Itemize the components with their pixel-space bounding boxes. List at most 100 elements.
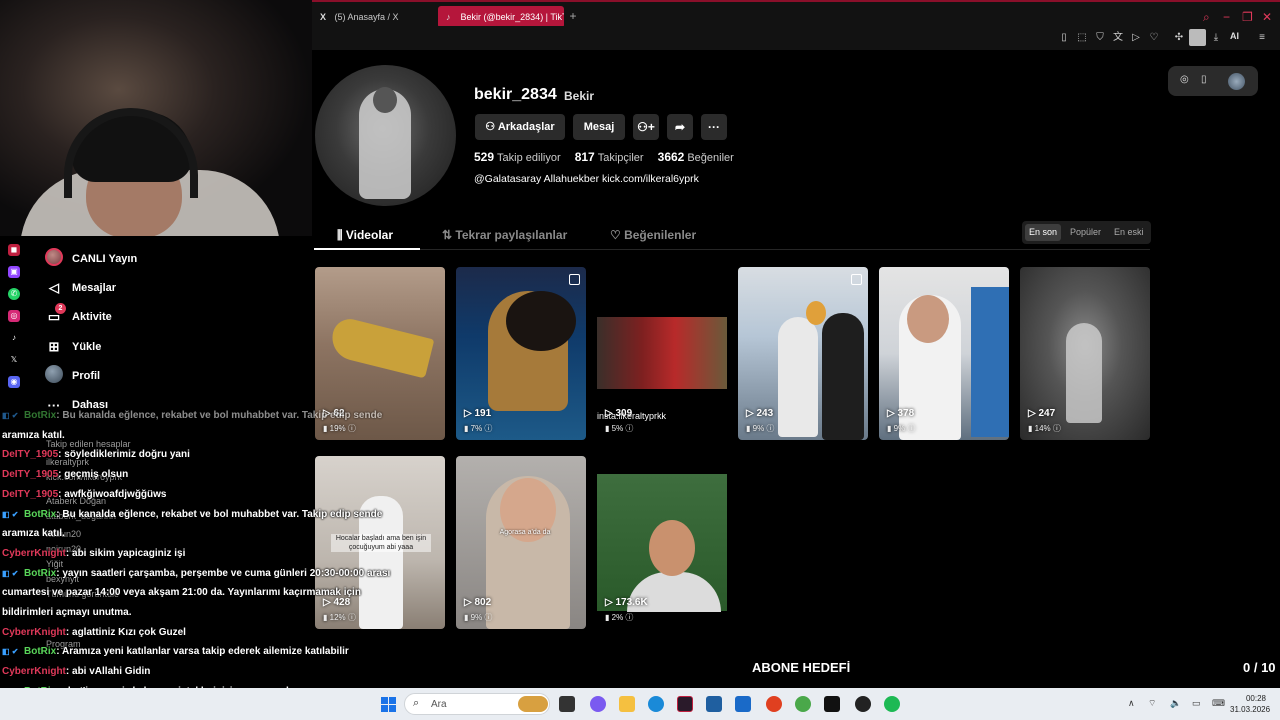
- chat-text: : aglattiniz Kızı çok Guzel: [65, 626, 186, 638]
- video-card[interactable]: Agorasa a'da da ▷ 802 ▮ 9% ⓘ: [456, 456, 586, 629]
- battery-icon[interactable]: ▭: [1192, 698, 1201, 709]
- chat-message: ◧ ✔ BotRix: yayın saatleri çarşamba, perş…: [2, 564, 422, 584]
- copilot-icon[interactable]: [590, 696, 606, 712]
- play-icon[interactable]: ▷: [1129, 31, 1143, 45]
- likes-label: Beğeniler: [687, 152, 734, 164]
- following-stat[interactable]: 529 Takip ediliyor: [474, 150, 561, 164]
- compass-icon[interactable]: ◎: [1180, 74, 1189, 85]
- view-count: ▷ 243: [746, 408, 774, 419]
- more-options-icon[interactable]: ···: [701, 114, 727, 140]
- sub-goal-count: 0 / 10: [1243, 660, 1276, 675]
- heart-outline-icon: ♡: [610, 228, 625, 242]
- search-icon: ⌕: [413, 697, 420, 709]
- maximize-icon[interactable]: ❐: [1242, 9, 1253, 25]
- tab-liked[interactable]: ♡ Beğenilenler: [610, 228, 696, 242]
- windows-start-icon[interactable]: [381, 697, 397, 713]
- download-icon[interactable]: ⤓: [1209, 31, 1223, 45]
- video-thumbnail-person: [488, 291, 576, 411]
- screenshot-icon[interactable]: ⬚: [1075, 31, 1089, 45]
- taskbar-clock[interactable]: 00:28 31.03.2026: [1230, 693, 1271, 715]
- obs-icon[interactable]: [855, 696, 871, 712]
- video-card[interactable]: ▷ 378 ▮ 9% ⓘ: [879, 267, 1009, 440]
- tab-liked-label: Beğenilenler: [624, 228, 697, 242]
- file-explorer-icon[interactable]: [619, 696, 635, 712]
- chat-username[interactable]: DeITY_1905: [2, 489, 58, 500]
- bookmark-icon[interactable]: ▯: [1057, 31, 1071, 45]
- chat-username[interactable]: CyberrKnight: [2, 627, 66, 638]
- extensions-icon[interactable]: ✣: [1172, 31, 1186, 45]
- top-right-controls: ◎ ▯: [1168, 66, 1258, 96]
- chat-username[interactable]: CyberrKnight: [2, 548, 66, 559]
- task-view-icon[interactable]: [559, 696, 575, 712]
- video-card[interactable]: ▷ 173.6K ▮ 2% ⓘ: [597, 456, 727, 629]
- friends-button[interactable]: ⚇ Arkadaşlar: [475, 114, 565, 140]
- kick-icon: ◼: [8, 244, 20, 256]
- browser-tab-tiktok[interactable]: ♪ Bekir (@bekir_2834) | TikT: [438, 6, 564, 28]
- chat-username[interactable]: DeITY_1905: [2, 469, 58, 480]
- sidebar-item-activity[interactable]: ▭ 2 Aktivite: [40, 303, 300, 332]
- widgets-icon[interactable]: [518, 696, 548, 712]
- search-icon[interactable]: ⌕: [1203, 9, 1210, 25]
- tab-reposts[interactable]: ⇅ Tekrar paylaşılanlar: [442, 228, 567, 242]
- tab-videos[interactable]: ⫼ Videolar: [337, 228, 393, 243]
- profile-stats: 529 Takip ediliyor 817 Takipçiler 3662 Beğe…: [474, 150, 745, 164]
- video-card[interactable]: ▷ 243 ▮ 9% ⓘ: [738, 267, 868, 440]
- user-avatar[interactable]: [1228, 73, 1245, 90]
- capcut-icon[interactable]: [824, 696, 840, 712]
- sort-latest[interactable]: En son: [1025, 224, 1062, 241]
- chrome-icon[interactable]: [766, 696, 782, 712]
- browser-icon[interactable]: [795, 696, 811, 712]
- sidebar-item-live[interactable]: CANLI Yayın: [40, 244, 300, 273]
- chat-username[interactable]: BotRix: [24, 646, 56, 657]
- sidebar-item-messages[interactable]: ◁ Mesajlar: [40, 273, 300, 302]
- chat-message: cumartesi ve pazar 14:00 veya akşam 21:0…: [2, 583, 422, 603]
- video-card[interactable]: ▷ 191 ▮ 7% ⓘ: [456, 267, 586, 440]
- share-icon[interactable]: ➦: [667, 114, 693, 140]
- sidebar-item-upload[interactable]: ⊞ Yükle: [40, 332, 300, 361]
- friends-button-label: Arkadaşlar: [497, 121, 555, 133]
- chat-username[interactable]: BotRix: [24, 568, 56, 579]
- shield-icon[interactable]: ⛉: [1093, 31, 1107, 45]
- ai-button[interactable]: AI: [1230, 31, 1239, 41]
- new-tab-button[interactable]: +: [566, 7, 580, 25]
- chat-username[interactable]: DeITY_1905: [2, 449, 58, 460]
- sort-oldest[interactable]: En eski: [1110, 224, 1148, 241]
- chat-username[interactable]: BotRix: [24, 509, 56, 520]
- video-card[interactable]: ▷ 247 ▮ 14% ⓘ: [1020, 267, 1150, 440]
- phone-icon[interactable]: ▯: [1201, 74, 1207, 85]
- chat-username[interactable]: CyberrKnight: [2, 666, 66, 677]
- profile-avatar[interactable]: [315, 65, 456, 206]
- sidebar-item-profile[interactable]: Profil: [40, 361, 300, 390]
- spotify-icon[interactable]: [884, 696, 900, 712]
- sort-popular[interactable]: Popüler: [1066, 224, 1105, 241]
- message-button[interactable]: Mesaj: [573, 114, 625, 140]
- chat-text: : söylediklerimiz doğru yani: [58, 449, 190, 461]
- tray-chevron-icon[interactable]: ∧: [1128, 698, 1135, 709]
- translate-icon[interactable]: 文: [1111, 31, 1125, 45]
- followers-label: Takipçiler: [597, 152, 644, 164]
- minimize-icon[interactable]: −: [1223, 9, 1230, 25]
- clock-date: 31.03.2026: [1230, 705, 1271, 714]
- activity-icon: ▭ 2: [40, 303, 68, 325]
- add-friend-icon[interactable]: ⚇+: [633, 114, 659, 140]
- close-icon[interactable]: ✕: [1262, 9, 1272, 25]
- browser-tab-x[interactable]: X (5) Anasayfa / X: [312, 6, 434, 28]
- opera-gx-icon[interactable]: [677, 696, 693, 712]
- network-icon[interactable]: ⌔: [1148, 698, 1156, 709]
- menu-icon[interactable]: ≡: [1255, 31, 1269, 45]
- chat-text: : abi vAllahi Gidin: [65, 666, 151, 678]
- volume-icon[interactable]: 🔈: [1170, 698, 1181, 709]
- followers-stat[interactable]: 817 Takipçiler: [575, 150, 644, 164]
- video-card[interactable]: insta:ilkeraltyprkk ▷ 309 ▮ 5% ⓘ: [597, 267, 727, 440]
- edge-icon[interactable]: [648, 696, 664, 712]
- likes-count: 3662: [657, 150, 685, 164]
- chat-username[interactable]: BotRix: [24, 410, 56, 421]
- browser-profile-avatar[interactable]: [1189, 29, 1206, 46]
- store-icon[interactable]: [706, 696, 722, 712]
- mail-icon[interactable]: [735, 696, 751, 712]
- heart-icon[interactable]: ♡: [1147, 31, 1161, 45]
- chat-message: ◧ ✔ BotRix: Bu kanalda eğlence, rekabet v…: [2, 505, 422, 525]
- notification-badge: 2: [55, 303, 66, 315]
- profile-avatar-icon: [40, 365, 68, 386]
- keyboard-icon[interactable]: ⌨: [1212, 698, 1225, 709]
